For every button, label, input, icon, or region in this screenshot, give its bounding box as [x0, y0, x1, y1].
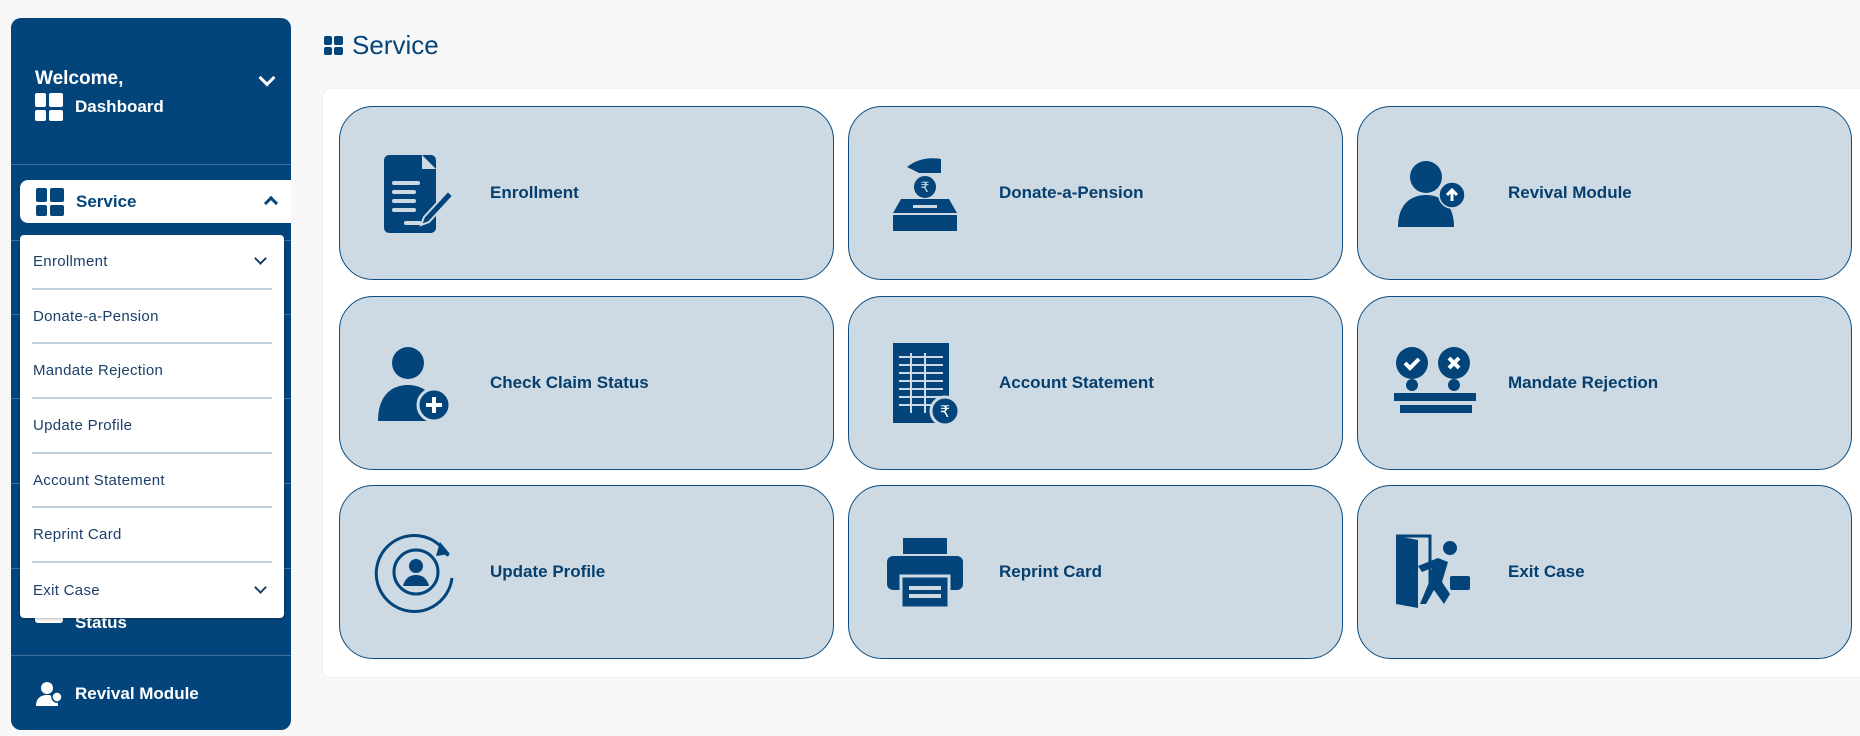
service-icon [36, 187, 64, 216]
service-card-account-statement[interactable]: ₹ Account Statement [848, 296, 1343, 470]
card-label: Account Statement [999, 373, 1154, 392]
dropdown-item[interactable]: Update Profile [32, 399, 272, 454]
dropdown-item-label: Account Statement [33, 471, 165, 489]
sidebar-item-label: Dashboard [75, 97, 164, 116]
card-label: Donate-a-Pension [999, 183, 1144, 202]
card-label: Update Profile [490, 562, 606, 581]
service-card-enrollment[interactable]: Enrollment [339, 106, 834, 280]
card-label: Enrollment [490, 183, 579, 202]
service-card-reprint-card[interactable]: Reprint Card [848, 485, 1343, 659]
service-dropdown-menu: Enrollment Donate-a-Pension Mandate Reject… [20, 235, 284, 618]
service-card-revival-module[interactable]: Revival Module [1357, 106, 1852, 280]
sidebar-item-dashboard[interactable]: Dashboard [35, 93, 164, 121]
sidebar-item-label: Revival Module [75, 684, 199, 703]
service-panel: Enrollment ₹ Donate-a-Pension Revival Modul… [323, 89, 1860, 677]
chevron-down-icon[interactable] [254, 252, 267, 266]
service-icon [324, 35, 344, 56]
dropdown-item[interactable]: Account Statement [32, 454, 272, 509]
card-label: Exit Case [1508, 562, 1585, 581]
sidebar-item-label: Service [76, 191, 137, 211]
dropdown-item[interactable]: Reprint Card [32, 508, 272, 564]
divider [11, 655, 291, 656]
dropdown-item-label: Donate-a-Pension [33, 307, 159, 325]
spreadsheet-rupee-icon: ₹ [893, 343, 961, 427]
card-label: Reprint Card [999, 562, 1102, 581]
rupee-donation-box-icon: ₹ [893, 158, 957, 231]
user-plus-icon [378, 347, 452, 423]
dropdown-item-label: Reprint Card [33, 526, 122, 544]
dropdown-item-label: Exit Case [33, 581, 100, 599]
welcome-text: Welcome, [35, 68, 124, 89]
dropdown-item-label: Mandate Rejection [33, 362, 164, 380]
card-label: Mandate Rejection [1508, 373, 1659, 392]
service-card-donate-a-pension[interactable]: ₹ Donate-a-Pension [848, 106, 1343, 280]
document-pen-icon [384, 155, 455, 233]
card-label: Revival Module [1508, 183, 1632, 202]
user-upload-icon [1398, 161, 1466, 227]
dropdown-item[interactable]: Enrollment [32, 235, 272, 290]
chevron-down-icon[interactable] [254, 581, 267, 595]
service-card-exit-case[interactable]: Exit Case [1357, 485, 1852, 659]
card-label: Check Claim Status [490, 373, 649, 392]
divider [11, 164, 291, 165]
dropdown-item-label: Update Profile [33, 416, 133, 434]
user-upload-icon [36, 682, 63, 706]
exit-door-icon [1396, 534, 1470, 608]
chevron-down-icon[interactable] [258, 69, 276, 87]
printer-icon [887, 538, 963, 610]
service-card-mandate-rejection[interactable]: Mandate Rejection [1357, 296, 1852, 470]
dropdown-item-label: Enrollment [33, 252, 108, 270]
svg-text:₹: ₹ [921, 180, 930, 196]
approve-reject-icon [1394, 347, 1476, 413]
page-title-text: Service [352, 30, 439, 60]
chevron-up-icon[interactable] [263, 195, 279, 211]
service-card-update-profile[interactable]: Update Profile [339, 485, 834, 659]
sidebar-item-service[interactable]: Service [20, 180, 291, 223]
profile-refresh-icon [374, 534, 454, 613]
service-card-check-claim-status[interactable]: Check Claim Status [339, 296, 834, 470]
dropdown-item[interactable]: Mandate Rejection [32, 344, 272, 400]
dashboard-icon [35, 93, 63, 121]
sidebar-item-revival-module[interactable]: Revival Module [35, 680, 199, 708]
page-title: Service [324, 30, 439, 61]
dropdown-item[interactable]: Exit Case [32, 563, 272, 618]
dropdown-item[interactable]: Donate-a-Pension [32, 290, 272, 345]
svg-text:₹: ₹ [940, 402, 950, 421]
